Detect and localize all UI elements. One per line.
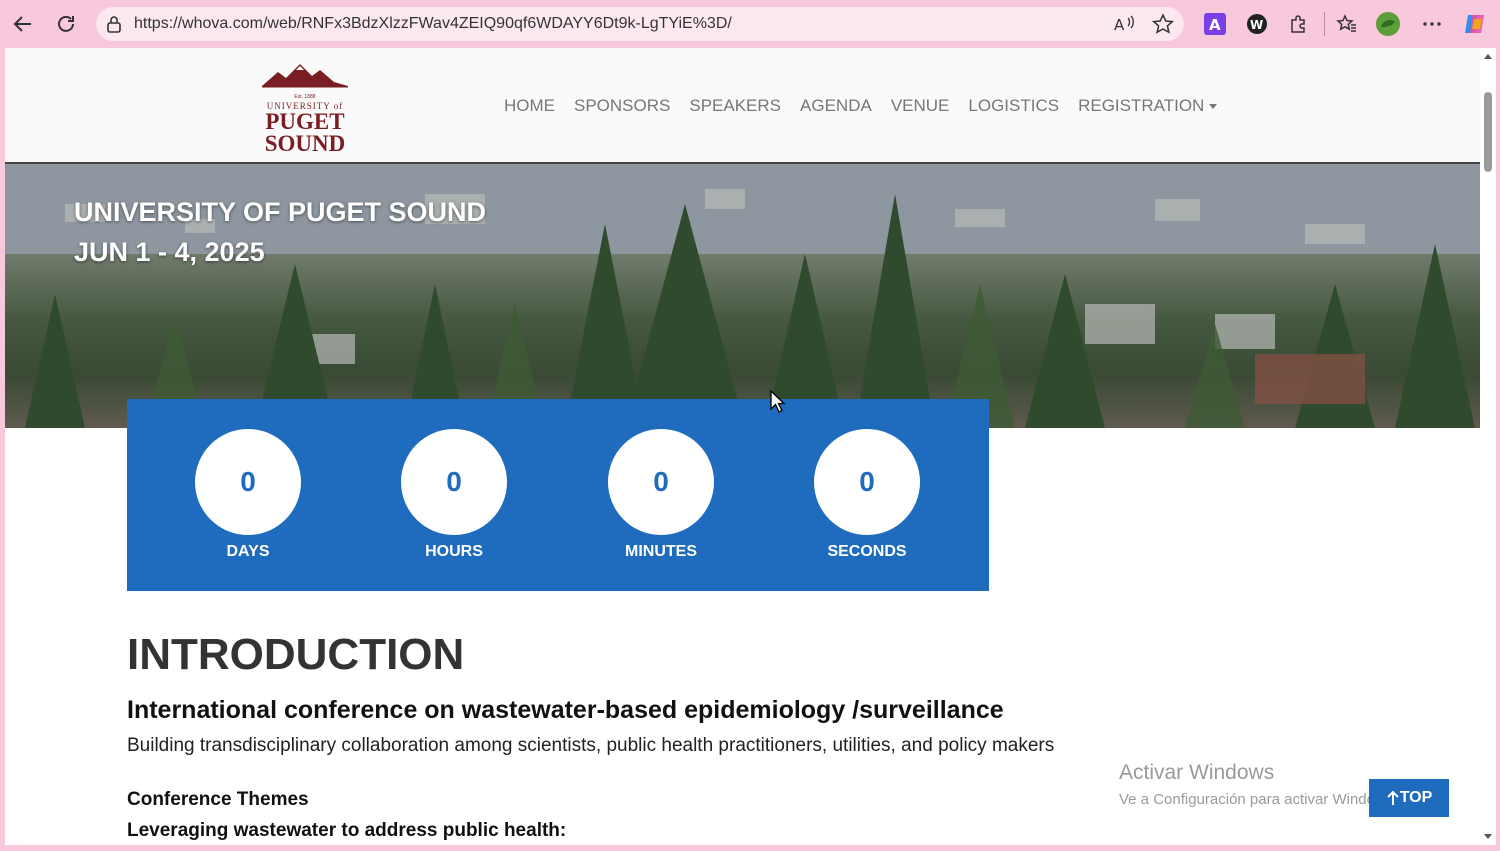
logo-puget: PUGET bbox=[265, 109, 345, 134]
profile-icon[interactable] bbox=[1374, 10, 1402, 38]
windows-activation-watermark: Activar Windows Ve a Configuración para … bbox=[1119, 761, 1397, 808]
hero-title-line2: JUN 1 - 4, 2025 bbox=[74, 237, 265, 267]
main-nav: HOME SPONSORS SPEAKERS AGENDA VENUE LOGI… bbox=[504, 96, 1218, 116]
countdown-days: 0 DAYS bbox=[195, 429, 301, 561]
nav-logistics[interactable]: LOGISTICS bbox=[968, 96, 1059, 116]
mouse-cursor-icon bbox=[770, 390, 786, 413]
more-icon[interactable] bbox=[1418, 10, 1446, 38]
reload-icon[interactable] bbox=[50, 8, 82, 40]
minutes-label: MINUTES bbox=[625, 543, 697, 560]
nav-speakers[interactable]: SPEAKERS bbox=[689, 96, 781, 116]
nav-sponsors[interactable]: SPONSORS bbox=[574, 96, 670, 116]
svg-text:W: W bbox=[1250, 18, 1263, 32]
nav-agenda[interactable]: AGENDA bbox=[800, 96, 872, 116]
caret-down-icon bbox=[1209, 104, 1218, 110]
url-text[interactable]: https://whova.com/web/RNFx3BdzXlzzFWav4Z… bbox=[134, 15, 732, 33]
back-to-top-button[interactable]: TOP bbox=[1369, 779, 1449, 817]
seconds-value: 0 bbox=[814, 429, 920, 535]
nav-registration[interactable]: REGISTRATION bbox=[1078, 96, 1218, 116]
logo-est: Est. 1888 bbox=[294, 94, 316, 100]
intro-subtitle: International conference on wastewater-b… bbox=[127, 696, 1004, 724]
countdown-seconds: 0 SECONDS bbox=[814, 429, 920, 561]
scroll-down-icon[interactable] bbox=[1483, 833, 1493, 841]
seconds-label: SECONDS bbox=[827, 543, 907, 560]
web-page: Est. 1888 UNIVERSITY of PUGET SOUND HOME… bbox=[5, 48, 1480, 845]
hours-value: 0 bbox=[401, 429, 507, 535]
extensions-puzzle-icon[interactable] bbox=[1285, 10, 1313, 38]
favorites-icon[interactable] bbox=[1333, 10, 1361, 38]
days-value: 0 bbox=[195, 429, 301, 535]
university-logo[interactable]: Est. 1888 UNIVERSITY of PUGET SOUND bbox=[255, 62, 355, 156]
favorite-star-icon[interactable] bbox=[1151, 13, 1175, 40]
site-header: Est. 1888 UNIVERSITY of PUGET SOUND HOME… bbox=[5, 48, 1480, 164]
copilot-icon[interactable] bbox=[1461, 10, 1489, 38]
arrow-up-icon bbox=[1386, 790, 1399, 805]
logo-sound: SOUND bbox=[264, 131, 346, 156]
nav-registration-label: REGISTRATION bbox=[1078, 96, 1205, 115]
svg-text:A: A bbox=[1114, 16, 1125, 34]
countdown-minutes: 0 MINUTES bbox=[608, 429, 714, 561]
watermark-line1: Activar Windows bbox=[1119, 761, 1275, 784]
top-button-label: TOP bbox=[1399, 789, 1433, 806]
intro-heading: INTRODUCTION bbox=[127, 630, 465, 679]
countdown-box: 0 DAYS 0 HOURS 0 MINUTES 0 SECONDS bbox=[127, 399, 989, 591]
extension-w-icon[interactable]: W bbox=[1243, 10, 1271, 38]
svg-text:A: A bbox=[1209, 16, 1221, 34]
scrollbar-thumb[interactable] bbox=[1484, 92, 1492, 172]
nav-venue[interactable]: VENUE bbox=[891, 96, 950, 116]
days-label: DAYS bbox=[226, 543, 270, 560]
minutes-value: 0 bbox=[608, 429, 714, 535]
read-aloud-icon[interactable]: A bbox=[1114, 14, 1136, 39]
themes-heading: Conference Themes bbox=[127, 789, 309, 810]
themes-subheading: Leveraging wastewater to address public … bbox=[127, 820, 567, 841]
nav-home[interactable]: HOME bbox=[504, 96, 555, 116]
watermark-line2: Ve a Configuración para activar Windows. bbox=[1119, 791, 1398, 808]
countdown-hours: 0 HOURS bbox=[401, 429, 507, 561]
lock-icon[interactable] bbox=[106, 15, 122, 38]
intro-description: Building transdisciplinary collaboration… bbox=[127, 735, 1055, 756]
extension-a-icon[interactable]: A bbox=[1201, 10, 1229, 38]
address-bar[interactable]: https://whova.com/web/RNFx3BdzXlzzFWav4Z… bbox=[96, 7, 1184, 41]
mountain-logo-icon bbox=[262, 64, 348, 88]
hours-label: HOURS bbox=[425, 543, 483, 560]
scroll-up-icon[interactable] bbox=[1483, 52, 1493, 60]
browser-toolbar: https://whova.com/web/RNFx3BdzXlzzFWav4Z… bbox=[0, 0, 1500, 48]
hero-title-line1: UNIVERSITY OF PUGET SOUND bbox=[74, 197, 487, 227]
hero-banner: UNIVERSITY OF PUGET SOUND JUN 1 - 4, 202… bbox=[5, 164, 1480, 428]
page-scrollbar[interactable] bbox=[1480, 48, 1496, 845]
back-icon[interactable] bbox=[7, 8, 39, 40]
hero-title: UNIVERSITY OF PUGET SOUND JUN 1 - 4, 202… bbox=[74, 192, 486, 272]
